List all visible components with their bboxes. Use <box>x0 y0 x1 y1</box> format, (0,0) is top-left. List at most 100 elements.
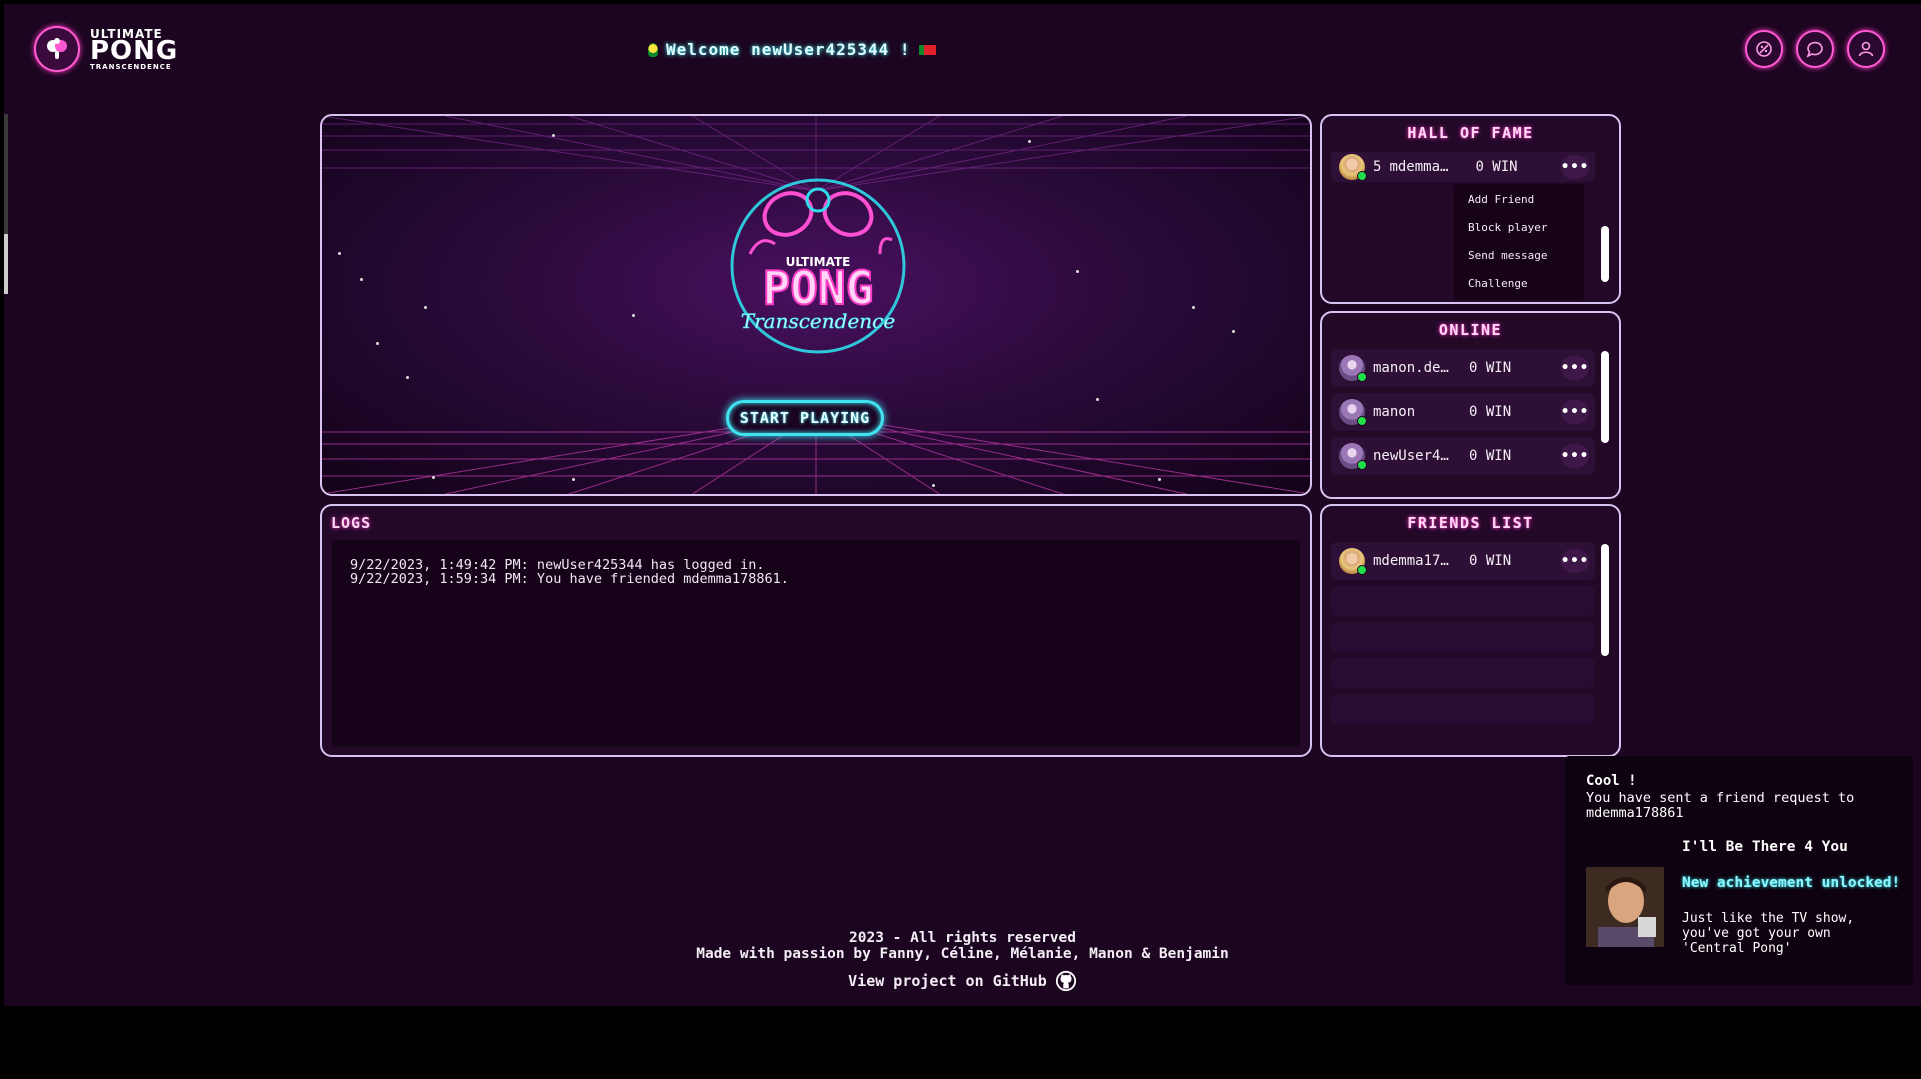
hall-of-fame-panel: HALL OF FAME 5 mdemma… 0 WIN ••• Add Fri… <box>1320 114 1621 304</box>
ultimate-pong-logo: ULTIMATE PONG Transcendence <box>720 174 916 358</box>
welcome-text: Welcome newUser425344 ! <box>666 40 911 59</box>
left-edge-strip <box>4 114 8 234</box>
win-count: 0 WIN <box>1469 553 1512 569</box>
star <box>432 476 435 479</box>
star <box>338 252 341 255</box>
avatar <box>1339 443 1367 470</box>
list-item-empty <box>1331 622 1595 652</box>
logs-list: 9/22/2023, 1:49:42 PM: newUser425344 has… <box>332 540 1300 747</box>
more-options-icon[interactable]: ••• <box>1561 155 1589 179</box>
github-link-text[interactable]: View project on GitHub <box>848 973 1047 989</box>
logo-icon <box>34 26 80 72</box>
game-controller-icon[interactable] <box>1745 30 1783 68</box>
scrollbar[interactable] <box>1601 154 1609 294</box>
list-item[interactable]: manon 0 WIN ••• <box>1331 393 1595 431</box>
list-item[interactable]: 5 mdemma… 0 WIN ••• <box>1331 152 1595 182</box>
scrollbar[interactable] <box>1601 351 1609 489</box>
star <box>376 342 379 345</box>
list-item-empty <box>1331 586 1595 616</box>
star <box>1192 306 1195 309</box>
github-icon[interactable] <box>1055 970 1077 992</box>
hall-of-fame-title: HALL OF FAME <box>1407 124 1534 142</box>
flag-icon <box>918 44 936 55</box>
logo-line2: PONG <box>90 35 179 66</box>
win-count: 0 WIN <box>1469 404 1512 420</box>
menu-item-add-friend[interactable]: Add Friend <box>1454 186 1584 214</box>
left-edge-strip <box>4 234 8 294</box>
username: manon.de… <box>1373 360 1449 376</box>
scrollbar-thumb[interactable] <box>1601 544 1609 656</box>
star <box>1158 478 1161 481</box>
friends-list-title: FRIENDS LIST <box>1407 514 1534 532</box>
scrollbar-thumb[interactable] <box>1601 351 1609 443</box>
username: manon <box>1373 404 1416 420</box>
notification-toast[interactable]: Cool ! You have sent a friend request to… <box>1565 756 1913 985</box>
list-item[interactable]: newUser4… 0 WIN ••• <box>1331 437 1595 475</box>
online-status-dot <box>1357 171 1367 181</box>
profile-icon[interactable] <box>1847 30 1885 68</box>
list-item[interactable]: manon.de… 0 WIN ••• <box>1331 349 1595 387</box>
online-status-dot <box>1357 372 1367 382</box>
star <box>360 278 363 281</box>
star <box>1232 330 1235 333</box>
online-status-dot <box>1357 460 1367 470</box>
star <box>424 306 427 309</box>
achievement-image <box>1586 867 1664 947</box>
logs-panel: LOGS 9/22/2023, 1:49:42 PM: newUser42534… <box>320 504 1312 757</box>
bottom-bar <box>0 1006 1921 1079</box>
star <box>1096 398 1099 401</box>
star <box>1076 270 1079 273</box>
log-entry: 9/22/2023, 1:49:42 PM: newUser425344 has… <box>350 557 765 573</box>
more-options-icon[interactable]: ••• <box>1561 549 1589 573</box>
username: mdemma… <box>1389 159 1449 175</box>
list-item[interactable]: mdemma17… 0 WIN ••• <box>1331 542 1595 580</box>
friends-list-panel: FRIENDS LIST mdemma17… 0 WIN ••• <box>1320 504 1621 757</box>
chat-icon[interactable] <box>1796 30 1834 68</box>
logs-title: LOGS <box>331 514 372 532</box>
online-list: manon.de… 0 WIN ••• manon 0 WIN ••• newU… <box>1331 349 1595 481</box>
player-context-menu: Add Friend Block player Send message Cha… <box>1454 184 1584 300</box>
online-status-dot <box>1357 416 1367 426</box>
scrollbar[interactable] <box>1601 544 1609 747</box>
username: mdemma17… <box>1373 553 1449 569</box>
star <box>932 484 935 487</box>
welcome-banner: Welcome newUser425344 ! <box>648 40 936 59</box>
more-options-icon[interactable]: ••• <box>1561 444 1589 468</box>
game-panel: ULTIMATE PONG Transcendence START PLAYIN… <box>320 114 1312 496</box>
toast-title: Cool ! <box>1586 773 1637 789</box>
achievement-status: New achievement unlocked! <box>1682 875 1901 891</box>
start-playing-button[interactable]: START PLAYING <box>726 400 884 436</box>
avatar <box>1339 548 1367 575</box>
more-options-icon[interactable]: ••• <box>1561 356 1589 380</box>
online-status-dot <box>1357 565 1367 575</box>
username: newUser4… <box>1373 448 1449 464</box>
achievement-description: Just like the TV show, you've got your o… <box>1682 911 1855 956</box>
app-window: ULTIMATE PONG TRANSCENDENCE Welcome newU… <box>4 4 1921 1006</box>
online-panel: ONLINE manon.de… 0 WIN ••• manon 0 WIN •… <box>1320 311 1621 499</box>
star <box>552 134 555 137</box>
app-logo[interactable]: ULTIMATE PONG TRANSCENDENCE <box>34 26 178 72</box>
scrollbar-thumb[interactable] <box>1601 226 1609 282</box>
star <box>632 314 635 317</box>
rank: 5 <box>1373 159 1382 175</box>
avatar <box>1339 355 1367 382</box>
win-count: 0 WIN <box>1475 159 1518 175</box>
logo-main-text: PONG <box>763 261 874 315</box>
list-item-empty <box>1331 658 1595 688</box>
menu-item-challenge[interactable]: Challenge <box>1454 270 1584 298</box>
hall-of-fame-list: 5 mdemma… 0 WIN ••• <box>1331 152 1595 188</box>
menu-item-send-message[interactable]: Send message <box>1454 242 1584 270</box>
toast-message: You have sent a friend request to mdemma… <box>1586 790 1855 821</box>
header-nav <box>1745 30 1885 68</box>
more-options-icon[interactable]: ••• <box>1561 400 1589 424</box>
logo-wordmark: ULTIMATE PONG TRANSCENDENCE <box>90 28 178 71</box>
avatar <box>1339 399 1367 426</box>
avatar <box>1339 154 1367 181</box>
logo-line3: TRANSCENDENCE <box>90 62 172 71</box>
menu-item-block-player[interactable]: Block player <box>1454 214 1584 242</box>
star <box>572 478 575 481</box>
friends-list: mdemma17… 0 WIN ••• <box>1331 542 1595 730</box>
logo-script-text: Transcendence <box>741 309 895 333</box>
win-count: 0 WIN <box>1469 448 1512 464</box>
online-title: ONLINE <box>1438 321 1503 339</box>
